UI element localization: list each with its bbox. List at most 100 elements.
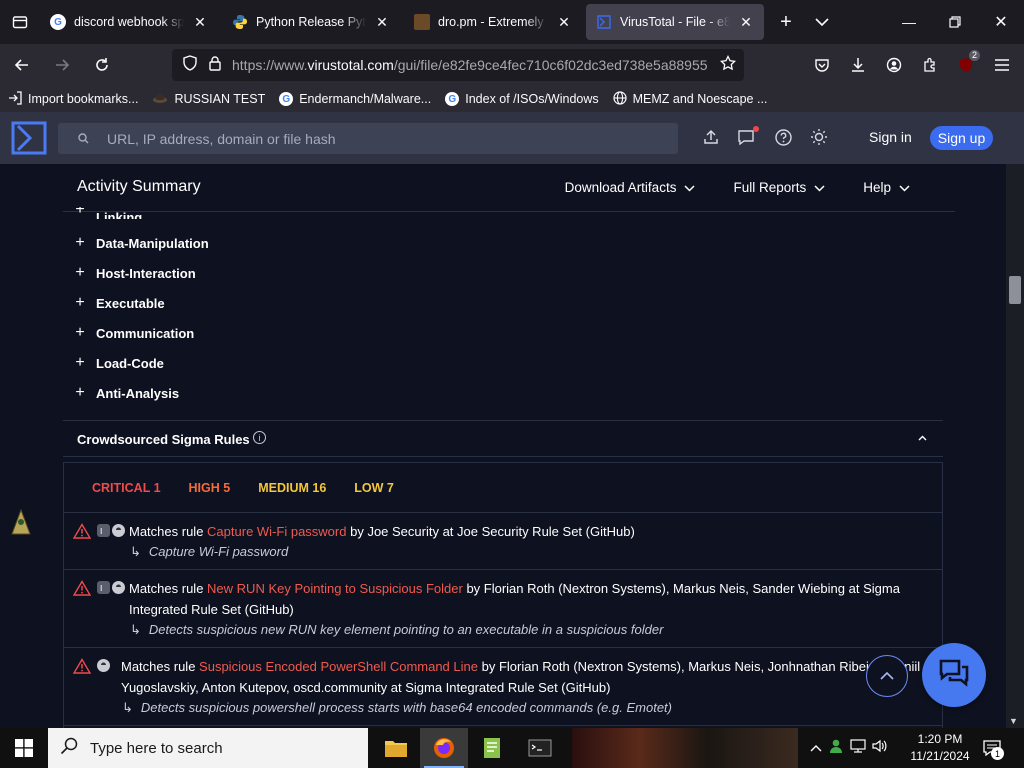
tracking-protection-icon[interactable] (182, 54, 198, 76)
bookmark-item[interactable]: G Index of /ISOs/Windows (445, 92, 599, 106)
notepad-plus-icon[interactable] (468, 728, 516, 768)
taskbar-search-input[interactable]: Type here to search (48, 728, 368, 768)
svg-text:I: I (100, 584, 102, 592)
url-text[interactable]: https://www.virustotal.com/gui/file/e82f… (232, 57, 710, 73)
chevron-down-icon (684, 180, 695, 195)
download-artifacts-menu[interactable]: Download Artifacts (565, 180, 696, 195)
vt-header-icons (700, 126, 830, 148)
sign-in-link[interactable]: Sign in (869, 129, 912, 145)
upload-icon[interactable] (700, 126, 722, 148)
rule-source-badges: I (97, 524, 125, 537)
help-icon[interactable] (772, 126, 794, 148)
tree-item-linking[interactable]: + Linking (74, 207, 142, 219)
network-icon[interactable] (850, 738, 866, 758)
account-icon[interactable] (878, 49, 910, 81)
pocket-icon[interactable] (806, 49, 838, 81)
virustotal-logo-icon[interactable] (10, 120, 48, 161)
scrollbar-thumb[interactable] (1009, 276, 1021, 304)
rule-name-link[interactable]: New RUN Key Pointing to Suspicious Folde… (207, 581, 463, 596)
tree-item-label: Executable (96, 295, 165, 311)
bookmark-item[interactable]: Import bookmarks... (8, 90, 138, 108)
reload-icon[interactable] (84, 49, 120, 81)
close-window-icon[interactable]: ✕ (978, 0, 1024, 44)
list-all-tabs-icon[interactable] (804, 4, 840, 40)
bookmark-item[interactable]: MEMZ and Noescape ... (613, 90, 767, 108)
close-tab-icon[interactable]: ✕ (738, 14, 754, 31)
taskbar-clock[interactable]: 1:20 PM 11/21/2024 (908, 731, 972, 765)
back-icon[interactable] (4, 49, 40, 81)
chat-notifications-icon[interactable] (736, 126, 759, 148)
severity-critical[interactable]: CRITICAL 1 (92, 481, 161, 495)
page-scrollbar[interactable]: ▼ (1006, 164, 1024, 728)
new-tab-icon[interactable]: + (768, 4, 804, 40)
close-tab-icon[interactable]: ✕ (192, 14, 208, 31)
file-explorer-icon[interactable] (372, 728, 420, 768)
bookmark-star-icon[interactable] (719, 54, 737, 76)
info-icon[interactable]: i (253, 431, 266, 444)
tree-item-label: Host-Interaction (96, 265, 196, 281)
desktop-pet-icon (10, 508, 32, 541)
lock-icon[interactable] (208, 55, 222, 76)
tree-item-anti-analysis[interactable]: + Anti-Analysis (74, 383, 179, 403)
vt-header: URL, IP address, domain or file hash Sig… (0, 112, 1024, 164)
severity-high[interactable]: HIGH 5 (189, 481, 231, 495)
menu-icon[interactable] (986, 49, 1018, 81)
close-tab-icon[interactable]: ✕ (556, 14, 572, 31)
scroll-down-arrow-icon[interactable]: ▼ (1009, 716, 1018, 726)
action-center-icon[interactable]: 1 (978, 736, 1006, 760)
help-menu[interactable]: Help (863, 180, 910, 195)
minimize-icon[interactable]: — (886, 0, 932, 44)
rule-text: Matches rule Suspicious Encoded PowerShe… (121, 656, 921, 698)
theme-toggle-icon[interactable] (808, 126, 830, 148)
tree-item-data-manipulation[interactable]: + Data-Manipulation (74, 233, 208, 253)
sigma-rule-row: Matches rule Suspicious Encoded PowerShe… (64, 648, 942, 726)
forward-icon[interactable] (44, 49, 80, 81)
sigma-rules-header[interactable]: Crowdsourced Sigma Rules i (63, 421, 943, 457)
browser-tab-4[interactable]: VirusTotal - File - e82fe ✕ (586, 4, 764, 40)
severity-low[interactable]: LOW 7 (354, 481, 394, 495)
rule-text: Matches rule New RUN Key Pointing to Sus… (129, 578, 919, 620)
warning-icon (72, 523, 92, 544)
taskbar-apps (372, 728, 564, 768)
rule-name-link[interactable]: Capture Wi-Fi password (207, 524, 346, 539)
tree-item-load-code[interactable]: + Load-Code (74, 353, 164, 373)
people-icon[interactable] (828, 738, 844, 759)
bookmark-item[interactable]: G Endermanch/Malware... (279, 92, 431, 106)
bookmark-item[interactable]: RUSSIAN TEST (152, 91, 265, 108)
browser-tab-1[interactable]: G discord webhook spam ✕ (40, 4, 218, 40)
close-tab-icon[interactable]: ✕ (374, 14, 390, 31)
firefox-icon[interactable] (420, 728, 468, 768)
browser-tab-3[interactable]: dro.pm - Extremely Sh ✕ (404, 4, 582, 40)
windows-start-icon[interactable] (0, 728, 48, 768)
terminal-icon[interactable] (516, 728, 564, 768)
tree-item-host-interaction[interactable]: + Host-Interaction (74, 263, 196, 283)
rule-name-link[interactable]: Suspicious Encoded PowerShell Command Li… (199, 659, 478, 674)
tree-item-executable[interactable]: + Executable (74, 293, 165, 313)
chevron-up-icon[interactable] (918, 430, 927, 444)
extensions-icon[interactable] (914, 49, 946, 81)
bookmark-label: Index of /ISOs/Windows (465, 92, 599, 106)
severity-medium[interactable]: MEDIUM 16 (258, 481, 326, 495)
expand-plus-icon: + (75, 384, 85, 401)
subdirectory-arrow-icon: ↳ (122, 700, 133, 715)
restore-icon[interactable] (932, 0, 978, 44)
volume-icon[interactable] (872, 739, 888, 758)
ublock-icon[interactable]: 2 (950, 49, 982, 81)
tree-item-communication[interactable]: + Communication (74, 323, 194, 343)
tab-title: discord webhook spam (74, 15, 184, 29)
full-reports-menu[interactable]: Full Reports (733, 180, 825, 195)
show-hidden-icons-icon[interactable] (810, 739, 822, 757)
firefox-view-icon[interactable] (0, 0, 40, 44)
browser-tab-2[interactable]: Python Release Python ✕ (222, 4, 400, 40)
warning-icon (72, 658, 92, 679)
chat-support-button[interactable] (922, 643, 986, 707)
downloads-icon[interactable] (842, 49, 874, 81)
scroll-to-top-button[interactable] (866, 655, 908, 697)
rule-suffix: by Joe Security at Joe Security Rule Set… (346, 524, 635, 539)
google-icon: G (50, 14, 66, 30)
vt-search-input[interactable]: URL, IP address, domain or file hash (58, 123, 678, 154)
url-bar[interactable]: https://www.virustotal.com/gui/file/e82f… (172, 49, 744, 81)
activity-menus: Download Artifacts Full Reports Help (565, 180, 910, 195)
sign-up-button[interactable]: Sign up (930, 126, 993, 150)
menu-label: Download Artifacts (564, 180, 677, 195)
